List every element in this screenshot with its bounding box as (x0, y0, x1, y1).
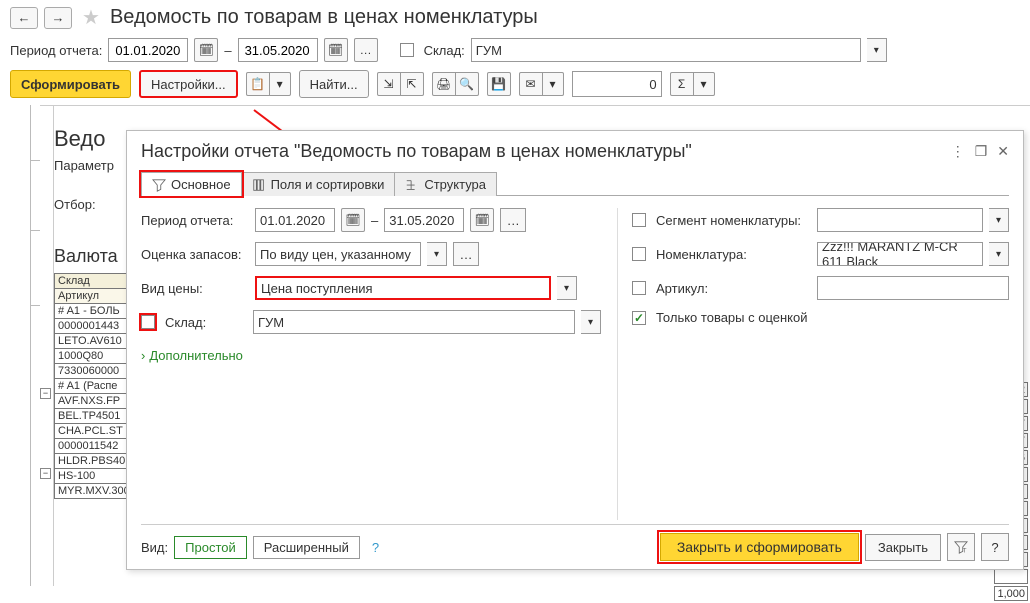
dlg-warehouse-checkbox[interactable] (141, 315, 155, 329)
sigma-icon[interactable]: Σ (670, 72, 694, 96)
calendar-from-icon[interactable]: 🗓 (194, 38, 218, 62)
help-link[interactable]: ? (372, 540, 379, 555)
dlg-price-field[interactable]: Цена поступления (255, 276, 551, 300)
date-to-field[interactable] (238, 38, 318, 62)
calendar-to-icon[interactable]: 🗓 (324, 38, 348, 62)
warehouse-dropdown-icon[interactable]: ▾ (867, 38, 887, 62)
dlg-price-dd-icon[interactable]: ▾ (557, 276, 577, 300)
dlg-warehouse-label: Склад: (165, 315, 247, 330)
date-dash: – (224, 43, 231, 58)
generate-button[interactable]: Сформировать (10, 70, 131, 98)
close-and-generate-button[interactable]: Закрыть и сформировать (660, 533, 859, 561)
segment-field[interactable] (817, 208, 983, 232)
columns-icon (252, 178, 266, 192)
dlg-stock-label: Оценка запасов: (141, 247, 249, 262)
dialog-restore-icon[interactable]: ❐ (975, 143, 988, 160)
dlg-stock-more[interactable]: … (453, 242, 479, 266)
article-label: Артикул: (656, 281, 811, 296)
nomen-field[interactable]: Zzz!!! MARANTZ M-CR 611 Black (817, 242, 983, 266)
dlg-price-label: Вид цены: (141, 281, 249, 296)
find-button[interactable]: Найти... (299, 70, 369, 98)
dlg-date-from[interactable]: 01.01.2020 (255, 208, 335, 232)
chevron-right-icon: › (141, 348, 145, 363)
favorite-star-icon[interactable]: ★ (82, 5, 100, 30)
segment-checkbox[interactable] (632, 213, 646, 227)
svg-text:T: T (963, 547, 967, 554)
tab-fields[interactable]: Поля и сортировки (241, 172, 396, 196)
nav-forward-button[interactable]: → (44, 7, 72, 29)
dialog-close-icon[interactable]: ✕ (997, 143, 1009, 160)
close-button[interactable]: Закрыть (865, 534, 941, 561)
article-field[interactable] (817, 276, 1009, 300)
date-from-field[interactable] (108, 38, 188, 62)
nomen-checkbox[interactable] (632, 247, 646, 261)
segment-dd-icon[interactable]: ▾ (989, 208, 1009, 232)
dlg-stock-dd-icon[interactable]: ▾ (427, 242, 447, 266)
tab-main[interactable]: Основное (141, 172, 242, 196)
nomen-dd-icon[interactable]: ▾ (989, 242, 1009, 266)
mail-icon[interactable]: ✉ (519, 72, 543, 96)
warehouse-label: Склад: (424, 43, 465, 58)
dlg-stock-field[interactable]: По виду цен, указанному (255, 242, 421, 266)
settings-button[interactable]: Настройки... (139, 70, 238, 98)
dlg-cal-from-icon[interactable]: 🗓 (341, 208, 365, 232)
segment-label: Сегмент номенклатуры: (656, 213, 811, 228)
clipboard-icon[interactable]: 📋 (246, 72, 270, 96)
only-goods-label: Только товары с оценкой (656, 310, 808, 325)
article-checkbox[interactable] (632, 281, 646, 295)
dlg-more-link[interactable]: › Дополнительно (141, 348, 601, 363)
dialog-title: Настройки отчета "Ведомость по товарам в… (141, 141, 951, 162)
warehouse-checkbox[interactable] (400, 43, 414, 57)
tree-icon (405, 178, 419, 192)
dlg-warehouse-dd-icon[interactable]: ▾ (581, 310, 601, 334)
save-icon[interactable]: 💾 (487, 72, 511, 96)
settings-dialog: Настройки отчета "Ведомость по товарам в… (126, 130, 1024, 570)
nomen-label: Номенклатура: (656, 247, 811, 262)
warehouse-field[interactable]: ГУМ (471, 38, 861, 62)
preview-icon[interactable]: 🔍 (455, 72, 479, 96)
dialog-menu-icon[interactable]: ⋮ (951, 143, 965, 160)
dlg-date-to[interactable]: 31.05.2020 (384, 208, 464, 232)
dlg-period-more[interactable]: … (500, 208, 526, 232)
print-icon[interactable]: 🖨 (432, 72, 456, 96)
view-label: Вид: (141, 540, 168, 555)
expand-list-icon[interactable]: ⇲ (377, 72, 401, 96)
clipboard-menu-icon[interactable]: ▾ (269, 72, 291, 96)
filter-settings-icon[interactable]: T (947, 533, 975, 561)
dlg-warehouse-field[interactable]: ГУМ (253, 310, 575, 334)
dlg-period-label: Период отчета: (141, 213, 249, 228)
page-title: Ведомость по товарам в ценах номенклатур… (110, 6, 538, 29)
mail-menu-icon[interactable]: ▾ (542, 72, 564, 96)
period-more-button[interactable]: … (354, 38, 378, 62)
counter-field[interactable]: 0 (572, 71, 662, 97)
help-button[interactable]: ? (981, 533, 1009, 561)
dlg-cal-to-icon[interactable]: 🗓 (470, 208, 494, 232)
sigma-menu-icon[interactable]: ▾ (693, 72, 715, 96)
view-advanced-button[interactable]: Расширенный (253, 536, 360, 559)
collapse-list-icon[interactable]: ⇱ (400, 72, 424, 96)
nav-back-button[interactable]: ← (10, 7, 38, 29)
filter-icon (152, 178, 166, 192)
tab-structure[interactable]: Структура (394, 172, 497, 196)
view-simple-button[interactable]: Простой (174, 536, 247, 559)
period-label: Период отчета: (10, 43, 102, 58)
only-goods-checkbox[interactable] (632, 311, 646, 325)
